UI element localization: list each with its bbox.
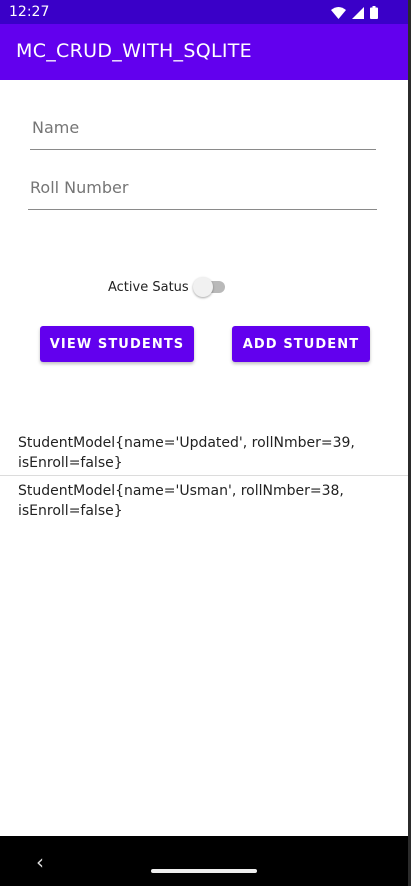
active-status-switch[interactable] [192,277,227,297]
student-record-text: StudentModel{name='Usman', rollNmber=38,… [18,483,344,519]
switch-thumb [192,277,213,297]
view-students-button[interactable]: VIEW STUDENTS [40,326,194,362]
back-icon[interactable]: ‹ [36,850,44,874]
app-title: MC_CRUD_WITH_SQLITE [16,40,252,62]
student-record-text: StudentModel{name='Updated', rollNmber=3… [18,435,355,471]
status-time: 12:27 [9,4,50,20]
app-screen: 12:27 MC_CRUD_WITH_SQLITE Active Satus [0,0,408,886]
wifi-icon [331,4,346,23]
roll-number-underline [28,209,377,210]
app-bar: MC_CRUD_WITH_SQLITE [0,24,408,80]
home-handle[interactable] [151,869,257,873]
navigation-bar: ‹ [0,836,408,886]
list-item[interactable]: StudentModel{name='Usman', rollNmber=38,… [0,476,408,526]
active-status-label: Active Satus [108,279,189,295]
name-underline [30,149,376,150]
roll-number-input[interactable] [28,170,381,204]
add-student-button[interactable]: ADD STUDENT [232,326,370,362]
status-icons [331,4,378,23]
active-status-row: Active Satus [108,277,227,297]
status-bar: 12:27 [0,0,408,24]
roll-number-field [28,170,381,210]
list-item[interactable]: StudentModel{name='Updated', rollNmber=3… [0,425,408,475]
name-input[interactable] [30,110,380,144]
battery-icon [370,4,378,23]
name-field [30,110,380,150]
signal-icon [352,4,364,23]
